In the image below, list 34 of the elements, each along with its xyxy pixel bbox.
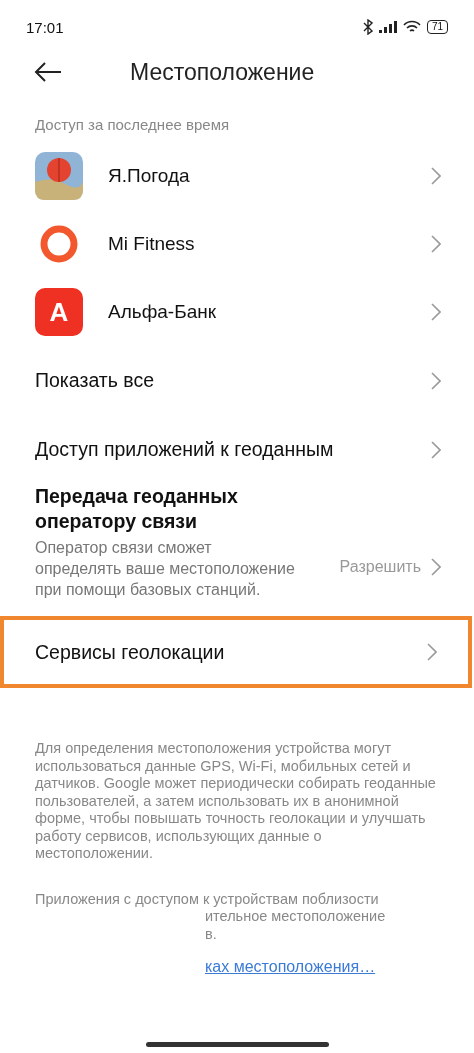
info-text: Приложения с доступом к устройствам поблизости [35,890,379,908]
row-title: Сервисы геолокации [35,640,226,664]
row-title: Передача геоданных оператору связи [35,484,239,534]
section-label: Доступ за последнее время [34,115,231,135]
settings-row[interactable]: Передача геоданных оператору связи Оператор связи сможет определять ваше местоположение при помощи базовых станций. Разрешить [0,484,474,610]
chevron-icon [431,235,441,253]
settings-row[interactable]: Показать все [0,346,474,415]
info-text: ительное местоположение [205,908,386,926]
signal-icon [378,21,397,33]
row-value: Разрешить [339,558,421,576]
chevron-icon [431,558,441,576]
app-icon: А [35,288,83,336]
app-icon [35,152,83,200]
battery-indicator: 71 [426,20,448,34]
chevron-icon [431,167,441,185]
app-row[interactable]: А Альфа-Банк [0,278,474,346]
page-title: Местоположение [130,58,315,86]
app-row[interactable]: Mi Fitness [0,210,474,278]
settings-row[interactable]: Доступ приложений к геоданным [0,415,474,484]
info-text: Для определения местоположения устройства могут использоваться данные GPS, Wi-Fi, мобильных сетей и датчиков. Google может периодически собирать геоданные пользователей, а затем использовать их в анонимной форме, чтобы повышать точность геолокации и улучшать работу сервисов, использующих данные о местоположении. [35,740,437,863]
info-text: в. [205,925,217,943]
chevron-icon [431,440,441,459]
chevron-icon [427,643,437,661]
status-time: 17:01 [26,18,64,36]
settings-link[interactable]: ках местоположения… [205,958,376,976]
bluetooth-icon [362,19,373,35]
row-title: Показать все [35,369,156,392]
wifi-icon [402,20,421,34]
chevron-icon [431,303,441,321]
row-title: Доступ приложений к геоданным [35,438,335,461]
app-row[interactable]: Я.Погода [0,142,474,210]
chevron-icon [431,371,441,390]
settings-row[interactable]: Сервисы геолокации [0,616,472,688]
row-description: Оператор связи сможет определять ваше местоположение при помощи базовых станций. [35,538,295,600]
